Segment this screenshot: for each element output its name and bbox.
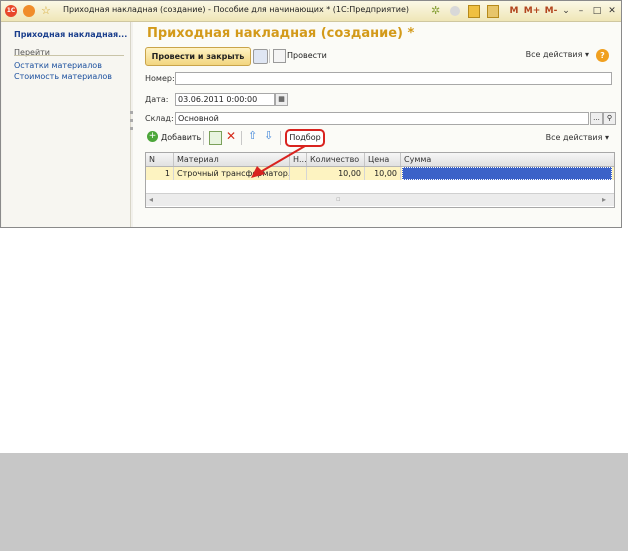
column-header-sum[interactable]: Сумма (401, 153, 614, 166)
add-row-button[interactable]: Добавить (161, 133, 201, 142)
copy-row-icon[interactable] (209, 131, 222, 145)
sidebar-link-material-cost[interactable]: Стоимость материалов (14, 72, 112, 81)
navigation-sidebar: Приходная накладная... Перейти Остатки м… (2, 22, 131, 227)
warehouse-label: Склад: (145, 114, 174, 123)
cell-price[interactable]: 10,00 (365, 167, 401, 180)
toolbar-divider (269, 49, 270, 63)
form-title: Приходная накладная (создание) * (147, 26, 415, 41)
annotation-arrow-icon (251, 145, 306, 178)
materials-table: N Материал Н... Количество Цена Сумма 1 … (145, 152, 615, 208)
table-all-actions-menu[interactable]: Все действия ▾ (546, 133, 609, 142)
post-document-icon[interactable] (273, 49, 286, 63)
column-header-n[interactable]: N (146, 153, 174, 166)
1c-logo-icon[interactable]: 1С (5, 5, 17, 17)
scroll-thumb-icon[interactable]: ▫ (336, 195, 341, 203)
memory-button[interactable]: M (507, 4, 521, 18)
warehouse-field[interactable]: Основной (175, 112, 589, 125)
move-up-icon[interactable]: ⇧ (248, 129, 257, 142)
title-bar: 1С ☆ Приходная накладная (создание) - По… (1, 1, 621, 22)
app-window: 1С ☆ Приходная накладная (создание) - По… (0, 0, 622, 228)
form-area: Приходная накладная (создание) * Провест… (133, 22, 621, 227)
window-title: Приходная накладная (создание) - Пособие… (63, 5, 410, 14)
dropdown-arrow-icon[interactable]: ⌄ (561, 4, 571, 18)
cell-n[interactable]: 1 (146, 167, 174, 180)
delete-row-icon[interactable]: ✕ (226, 129, 236, 143)
minimize-icon[interactable]: – (575, 4, 587, 18)
add-icon[interactable]: + (147, 131, 158, 142)
horizontal-scrollbar[interactable]: ◂ ▫ ▸ (146, 193, 614, 206)
history-icon[interactable] (450, 6, 460, 16)
help-icon[interactable]: ? (596, 49, 609, 62)
close-icon[interactable]: ✕ (606, 4, 618, 18)
bottom-gray-band (0, 453, 628, 551)
maximize-icon[interactable]: □ (591, 4, 603, 18)
scroll-left-icon[interactable]: ◂ (149, 195, 153, 204)
date-field[interactable]: 03.06.2011 0:00:00 (175, 93, 275, 106)
favorites-icon[interactable]: ✲ (431, 4, 440, 17)
number-field[interactable] (175, 72, 612, 85)
sidebar-divider (14, 55, 124, 56)
table-row[interactable]: 1 Строчный трансформатор... 10,00 10,00 (146, 167, 614, 180)
date-label: Дата: (145, 95, 169, 104)
warehouse-open-icon[interactable]: ⚲ (603, 112, 616, 125)
memory-plus-button[interactable]: M+ (523, 4, 541, 18)
sidebar-title[interactable]: Приходная накладная... (14, 30, 127, 39)
sidebar-link-material-balances[interactable]: Остатки материалов (14, 61, 102, 70)
post-button[interactable]: Провести (287, 51, 327, 60)
move-down-icon[interactable]: ⇩ (264, 129, 273, 142)
cell-sum-selected[interactable] (402, 167, 612, 180)
table-header: N Материал Н... Количество Цена Сумма (146, 153, 614, 167)
save-icon[interactable] (253, 49, 268, 64)
calendar-picker-icon[interactable]: ▦ (275, 93, 288, 106)
column-header-quantity[interactable]: Количество (307, 153, 365, 166)
calendar-icon[interactable] (487, 5, 499, 18)
number-label: Номер: (145, 74, 175, 83)
warehouse-select-button[interactable]: ... (590, 112, 603, 125)
memory-minus-button[interactable]: M- (543, 4, 559, 18)
favorite-star-icon[interactable]: ☆ (41, 4, 51, 17)
scroll-right-icon[interactable]: ▸ (602, 195, 606, 204)
calculator-icon[interactable] (468, 5, 480, 18)
toolbar-divider (203, 131, 204, 145)
toolbar-divider (241, 131, 242, 145)
post-and-close-button[interactable]: Провести и закрыть (145, 47, 251, 66)
all-actions-menu[interactable]: Все действия ▾ (526, 50, 589, 59)
menu-dropdown-icon[interactable] (23, 5, 35, 17)
cell-quantity[interactable]: 10,00 (307, 167, 365, 180)
column-header-price[interactable]: Цена (365, 153, 401, 166)
